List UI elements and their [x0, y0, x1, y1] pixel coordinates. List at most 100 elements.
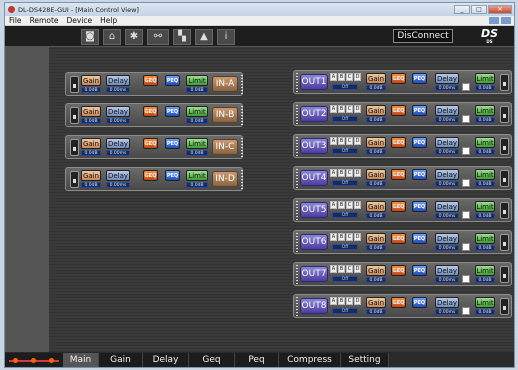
route-c-toggle[interactable]: C	[346, 265, 353, 273]
limit-button[interactable]: Limit	[186, 75, 208, 86]
geq-button[interactable]: GEQ	[143, 170, 158, 181]
mdi-close-icon[interactable]	[501, 17, 511, 24]
menu-device[interactable]: Device	[63, 16, 97, 25]
geq-button[interactable]: GEQ	[391, 105, 406, 116]
geq-button[interactable]: GEQ	[391, 169, 406, 180]
gain-button[interactable]: Gain	[366, 137, 386, 148]
delay-button[interactable]: Delay	[435, 137, 459, 148]
peq-button[interactable]: PEQ	[412, 169, 427, 180]
delay-button[interactable]: Delay	[106, 106, 130, 117]
gain-button[interactable]: Gain	[81, 106, 101, 117]
limit-button[interactable]: Limit	[186, 170, 208, 181]
route-c-toggle[interactable]: C	[346, 201, 353, 209]
home-icon[interactable]: ⌂	[103, 29, 121, 45]
route-a-toggle[interactable]: A	[330, 233, 337, 241]
phase-checkbox[interactable]	[462, 83, 470, 91]
route-a-toggle[interactable]: A	[330, 169, 337, 177]
route-a-toggle[interactable]: A	[330, 137, 337, 145]
limit-button[interactable]: Limit	[475, 105, 495, 116]
close-button[interactable]: ✕	[488, 5, 512, 14]
phase-checkbox[interactable]	[462, 275, 470, 283]
input-label-c[interactable]: IN-C	[212, 139, 238, 155]
geq-button[interactable]: GEQ	[391, 137, 406, 148]
output-label-8[interactable]: OUT8	[300, 298, 328, 314]
gain-button[interactable]: Gain	[366, 233, 386, 244]
route-d-toggle[interactable]: D	[354, 169, 361, 177]
fader-knob-icon[interactable]	[500, 234, 509, 251]
phase-checkbox[interactable]	[462, 307, 470, 315]
lock-icon[interactable]: ▲	[195, 29, 213, 45]
delay-button[interactable]: Delay	[435, 297, 459, 308]
fader-knob-icon[interactable]	[500, 266, 509, 283]
fader-knob-icon[interactable]	[70, 171, 79, 188]
route-c-toggle[interactable]: C	[346, 233, 353, 241]
mdi-restore-icon[interactable]	[489, 17, 499, 24]
peq-button[interactable]: PEQ	[412, 201, 427, 212]
limit-button[interactable]: Limit	[475, 137, 495, 148]
peq-button[interactable]: PEQ	[412, 265, 427, 276]
route-c-toggle[interactable]: C	[346, 169, 353, 177]
route-b-toggle[interactable]: B	[338, 201, 345, 209]
delay-button[interactable]: Delay	[106, 170, 130, 181]
peq-button[interactable]: PEQ	[412, 105, 427, 116]
delay-button[interactable]: Delay	[435, 169, 459, 180]
phase-checkbox[interactable]	[462, 115, 470, 123]
tab-compress[interactable]: Compress	[279, 353, 341, 367]
link-icon[interactable]: ⚯	[147, 29, 169, 45]
gain-button[interactable]: Gain	[81, 170, 101, 181]
route-c-toggle[interactable]: C	[346, 297, 353, 305]
gain-button[interactable]: Gain	[366, 201, 386, 212]
peq-button[interactable]: PEQ	[412, 137, 427, 148]
output-label-3[interactable]: OUT3	[300, 138, 328, 154]
geq-button[interactable]: GEQ	[391, 73, 406, 84]
phase-checkbox[interactable]	[462, 147, 470, 155]
menu-remote[interactable]: Remote	[26, 16, 63, 25]
gear-icon[interactable]: ✱	[125, 29, 143, 45]
delay-button[interactable]: Delay	[435, 73, 459, 84]
delay-button[interactable]: Delay	[435, 265, 459, 276]
fader-knob-icon[interactable]	[500, 298, 509, 315]
output-label-4[interactable]: OUT4	[300, 170, 328, 186]
peq-button[interactable]: PEQ	[165, 75, 180, 86]
fader-knob-icon[interactable]	[500, 202, 509, 219]
limit-button[interactable]: Limit	[475, 265, 495, 276]
tab-setting[interactable]: Setting	[341, 353, 389, 367]
output-label-7[interactable]: OUT7	[300, 266, 328, 282]
gain-button[interactable]: Gain	[366, 169, 386, 180]
tab-peq[interactable]: Peq	[235, 353, 279, 367]
geq-button[interactable]: GEQ	[143, 75, 158, 86]
tab-geq[interactable]: Geq	[189, 353, 235, 367]
geq-button[interactable]: GEQ	[143, 138, 158, 149]
fader-knob-icon[interactable]	[70, 76, 79, 93]
delay-button[interactable]: Delay	[435, 201, 459, 212]
limit-button[interactable]: Limit	[186, 138, 208, 149]
limit-button[interactable]: Limit	[475, 233, 495, 244]
route-a-toggle[interactable]: A	[330, 297, 337, 305]
gain-button[interactable]: Gain	[366, 105, 386, 116]
fader-knob-icon[interactable]	[70, 107, 79, 124]
fader-knob-icon[interactable]	[500, 138, 509, 155]
route-b-toggle[interactable]: B	[338, 169, 345, 177]
route-d-toggle[interactable]: D	[354, 73, 361, 81]
output-label-6[interactable]: OUT6	[300, 234, 328, 250]
route-d-toggle[interactable]: D	[354, 105, 361, 113]
route-c-toggle[interactable]: C	[346, 137, 353, 145]
delay-button[interactable]: Delay	[106, 75, 130, 86]
peq-button[interactable]: PEQ	[412, 73, 427, 84]
fader-knob-icon[interactable]	[500, 74, 509, 91]
routing-arrow-icon[interactable]	[5, 353, 63, 367]
peq-button[interactable]: PEQ	[412, 233, 427, 244]
route-b-toggle[interactable]: B	[338, 297, 345, 305]
route-d-toggle[interactable]: D	[354, 233, 361, 241]
limit-button[interactable]: Limit	[186, 106, 208, 117]
delay-button[interactable]: Delay	[435, 233, 459, 244]
geq-button[interactable]: GEQ	[391, 297, 406, 308]
gain-button[interactable]: Gain	[366, 297, 386, 308]
peq-button[interactable]: PEQ	[412, 297, 427, 308]
delay-button[interactable]: Delay	[435, 105, 459, 116]
tab-gain[interactable]: Gain	[99, 353, 143, 367]
route-c-toggle[interactable]: C	[346, 73, 353, 81]
input-label-a[interactable]: IN-A	[212, 76, 238, 92]
fader-knob-icon[interactable]	[500, 170, 509, 187]
peq-button[interactable]: PEQ	[165, 138, 180, 149]
